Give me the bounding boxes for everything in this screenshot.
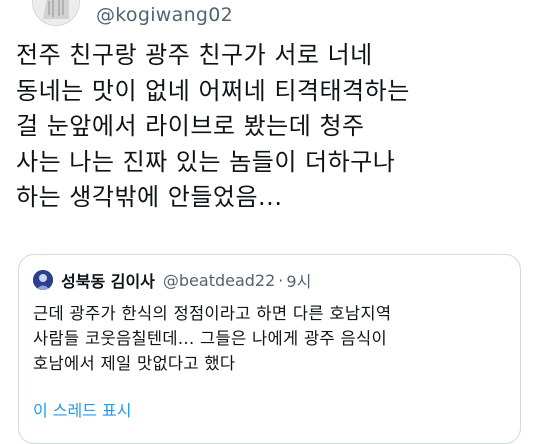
quoted-tweet-time[interactable]: 9시 <box>286 268 311 292</box>
quoted-author-avatar[interactable] <box>33 270 53 290</box>
author-handle[interactable]: @kogiwang02 <box>96 4 233 26</box>
show-thread-link[interactable]: 이 스레드 표시 <box>33 397 132 421</box>
quoted-tweet-line: 사람들 코웃음칠텐데... 그들은 나에게 광주 음식이 <box>33 329 387 348</box>
tweet-line: 동네는 맛이 없네 어쩌네 티격태격하는 <box>16 76 410 105</box>
quoted-tweet-line: 근데 광주가 한식의 정점이라고 하면 다른 호남지역 <box>33 304 392 323</box>
quoted-tweet[interactable]: 성북동 김이사 @beatdead22 · 9시 근데 광주가 한식의 정점이라… <box>18 254 521 444</box>
tweet-line: 걸 눈앞에서 라이브로 봤는데 청주 <box>16 112 365 140</box>
quoted-tweet-header: 성북동 김이사 @beatdead22 · 9시 <box>33 268 311 292</box>
tweet-text: 전주 친구랑 광주 친구가 서로 너네 동네는 맛이 없네 어쩌네 티격태격하는… <box>16 38 534 216</box>
tweet-line: 사는 나는 진짜 있는 놈들이 더하구나 <box>16 147 396 176</box>
tweet-line: 하는 생각밖에 안들었음... <box>16 183 283 211</box>
tweet-line: 전주 친구랑 광주 친구가 서로 너네 <box>16 41 373 69</box>
quoted-author-handle[interactable]: @beatdead22 <box>163 271 275 290</box>
quoted-tweet-line: 호남에서 제일 맛없다고 했다 <box>33 354 236 373</box>
separator-dot: · <box>278 270 284 290</box>
author-avatar[interactable] <box>32 0 80 26</box>
quoted-author-name[interactable]: 성북동 김이사 <box>61 268 155 292</box>
quoted-tweet-text: 근데 광주가 한식의 정점이라고 하면 다른 호남지역 사람들 코웃음칠텐데..… <box>33 301 513 376</box>
